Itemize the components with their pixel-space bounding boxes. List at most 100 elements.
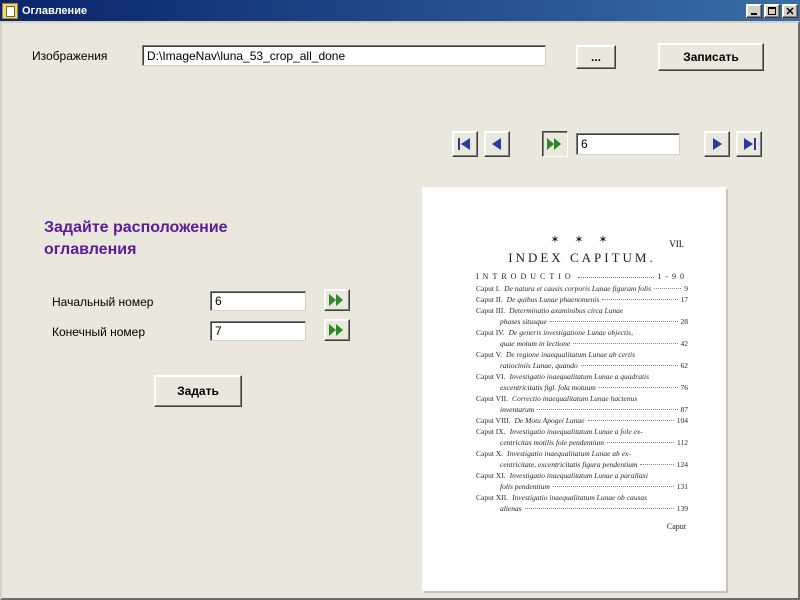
toc-body: De generis investigatione Lunae objectis…: [509, 327, 633, 338]
toc-row-cont: folis pendentium131: [476, 481, 688, 492]
first-icon: [458, 138, 472, 150]
intro-label: INTRODUCTIO: [476, 272, 575, 281]
toc-body: De quibus Lunae phaenomenis: [507, 294, 600, 305]
intro-row: INTRODUCTIO 1-90: [476, 272, 688, 281]
set-button[interactable]: Задать: [154, 375, 242, 407]
toc-page: 42: [681, 338, 689, 349]
toc-body-cont: centricitas motilis fole pendentium: [500, 437, 604, 448]
window-title: Оглавление: [22, 5, 87, 17]
toc-head: Caput I.: [476, 283, 500, 294]
heading-line-1: Задайте расположение: [44, 219, 228, 236]
preview-footer: Caput: [476, 522, 688, 531]
toc-row-cont: phases situsque 28: [476, 316, 688, 327]
toc-body-cont: excentricitatis figl. fola motuum: [500, 382, 596, 393]
toc-row: Caput XI. Investigatio inaequalitatum Lun…: [476, 470, 688, 481]
client-area: Изображения ... Записать Задайте располо…: [0, 21, 800, 600]
toc-row: Caput IV. De generis investigatione Lunae…: [476, 327, 688, 338]
prev-icon: [491, 138, 503, 150]
apply-start-button[interactable]: [324, 289, 350, 311]
toc-row: Caput V. De regione inaequalitatum Lunae …: [476, 349, 688, 360]
toc-page: 139: [677, 503, 688, 514]
toc-head: Caput IV.: [476, 327, 505, 338]
toc-body: Investigatio inaequalitatum Lunae a para…: [510, 470, 648, 481]
toc-row: Caput VII.Correctio inaequalitatum Lunae…: [476, 393, 688, 404]
path-input[interactable]: [142, 45, 546, 66]
last-icon: [742, 138, 756, 150]
apply-start-icon: [329, 294, 345, 306]
toc-body: Correctio inaequalitatum Lunae hactenus: [512, 393, 637, 404]
toc-body-cont: centricitate, excentricitatis figura pen…: [500, 459, 637, 470]
toc-row-cont: centricitas motilis fole pendentium 112: [476, 437, 688, 448]
last-page-button[interactable]: [736, 131, 762, 157]
toc-page: 17: [681, 294, 689, 305]
toc-list: Caput I. De natura et causis corporis Lun…: [476, 283, 688, 514]
toc-head: Caput XI.: [476, 470, 506, 481]
end-number-input[interactable]: [210, 321, 306, 341]
toc-row: Caput I. De natura et causis corporis Lun…: [476, 283, 688, 294]
toc-body-cont: quae motum in lectione: [500, 338, 570, 349]
toc-row-cont: centricitate, excentricitatis figura pen…: [476, 459, 688, 470]
first-page-button[interactable]: [452, 131, 478, 157]
toc-row: Caput IX. Investigatio inaequalitatum Lun…: [476, 426, 688, 437]
section-heading: Задайте расположение оглавления: [44, 217, 228, 261]
app-icon: [2, 3, 18, 19]
toc-head: Caput VI.: [476, 371, 505, 382]
toc-head: Caput IX.: [476, 426, 506, 437]
start-number-label: Начальный номер: [52, 295, 153, 309]
page-number-input[interactable]: [576, 133, 680, 155]
toc-body: Investigatio inaequalitatum Lunae ob cau…: [512, 492, 647, 503]
toc-body: Investigatio inaequalitatum Lunae a fole…: [510, 426, 643, 437]
toc-page: 124: [677, 459, 688, 470]
toc-row-cont: ratiociniis Lunae, quando62: [476, 360, 688, 371]
start-number-input[interactable]: [210, 291, 306, 311]
toc-row-cont: excentricitatis figl. fola motuum 76: [476, 382, 688, 393]
toc-body: Determinatio axaminibus circa Lunae: [509, 305, 623, 316]
toc-row: Caput XII.Investigatio inaequalitatum Lu…: [476, 492, 688, 503]
apply-end-button[interactable]: [324, 319, 350, 341]
toc-body-cont: alienas: [500, 503, 522, 514]
toc-page: 104: [677, 415, 688, 426]
toc-body: De regione inaequalitatum Lunae ab certi…: [506, 349, 635, 360]
prev-page-button[interactable]: [484, 131, 510, 157]
toc-row: Caput VIII. De Motu Apogei Lunae 104: [476, 415, 688, 426]
toc-body: De Motu Apogei Lunae: [514, 415, 584, 426]
close-button[interactable]: [782, 4, 798, 18]
intro-page: 1-90: [657, 272, 688, 281]
next-icon: [711, 138, 723, 150]
toc-row: Caput X.Investigatio inaequalitatum Luna…: [476, 448, 688, 459]
title-bar: Оглавление: [0, 0, 800, 21]
browse-button[interactable]: ...: [576, 45, 616, 69]
toc-row: Caput III. Determinatio axaminibus circa …: [476, 305, 688, 316]
goto-page-button[interactable]: [542, 131, 568, 157]
images-label: Изображения: [32, 49, 107, 63]
toc-head: Caput VIII.: [476, 415, 510, 426]
page-preview: VII. ✶ ✶ ✶ INDEX CAPITUM. INTRODUCTIO 1-…: [422, 187, 726, 591]
toc-head: Caput V.: [476, 349, 502, 360]
toc-row-cont: quae motum in lectione 42: [476, 338, 688, 349]
toc-page: 112: [677, 437, 688, 448]
toc-page: 76: [681, 382, 689, 393]
minimize-button[interactable]: [746, 4, 762, 18]
toc-page: 62: [681, 360, 689, 371]
apply-end-icon: [329, 324, 345, 336]
toc-body: Investigatio inaequalitatum Lunae a quad…: [509, 371, 649, 382]
toc-body-cont: phases situsque: [500, 316, 547, 327]
toc-head: Caput III.: [476, 305, 505, 316]
maximize-button[interactable]: [764, 4, 780, 18]
toc-page: 9: [684, 283, 688, 294]
toc-page: 87: [681, 404, 689, 415]
toc-row: Caput II. De quibus Lunae phaenomenis 17: [476, 294, 688, 305]
toc-head: Caput X.: [476, 448, 503, 459]
end-number-label: Конечный номер: [52, 325, 145, 339]
goto-icon: [547, 138, 563, 150]
toc-body: De natura et causis corporis Lunae figur…: [504, 283, 651, 294]
save-button[interactable]: Записать: [658, 43, 764, 71]
ornament: ✶ ✶ ✶: [476, 233, 688, 246]
toc-row-cont: alienas 139: [476, 503, 688, 514]
heading-line-2: оглавления: [44, 241, 136, 258]
toc-page: 28: [681, 316, 689, 327]
toc-row: Caput VI. Investigatio inaequalitatum Lun…: [476, 371, 688, 382]
toc-body-cont: inventarum: [500, 404, 534, 415]
toc-head: Caput II.: [476, 294, 503, 305]
next-page-button[interactable]: [704, 131, 730, 157]
